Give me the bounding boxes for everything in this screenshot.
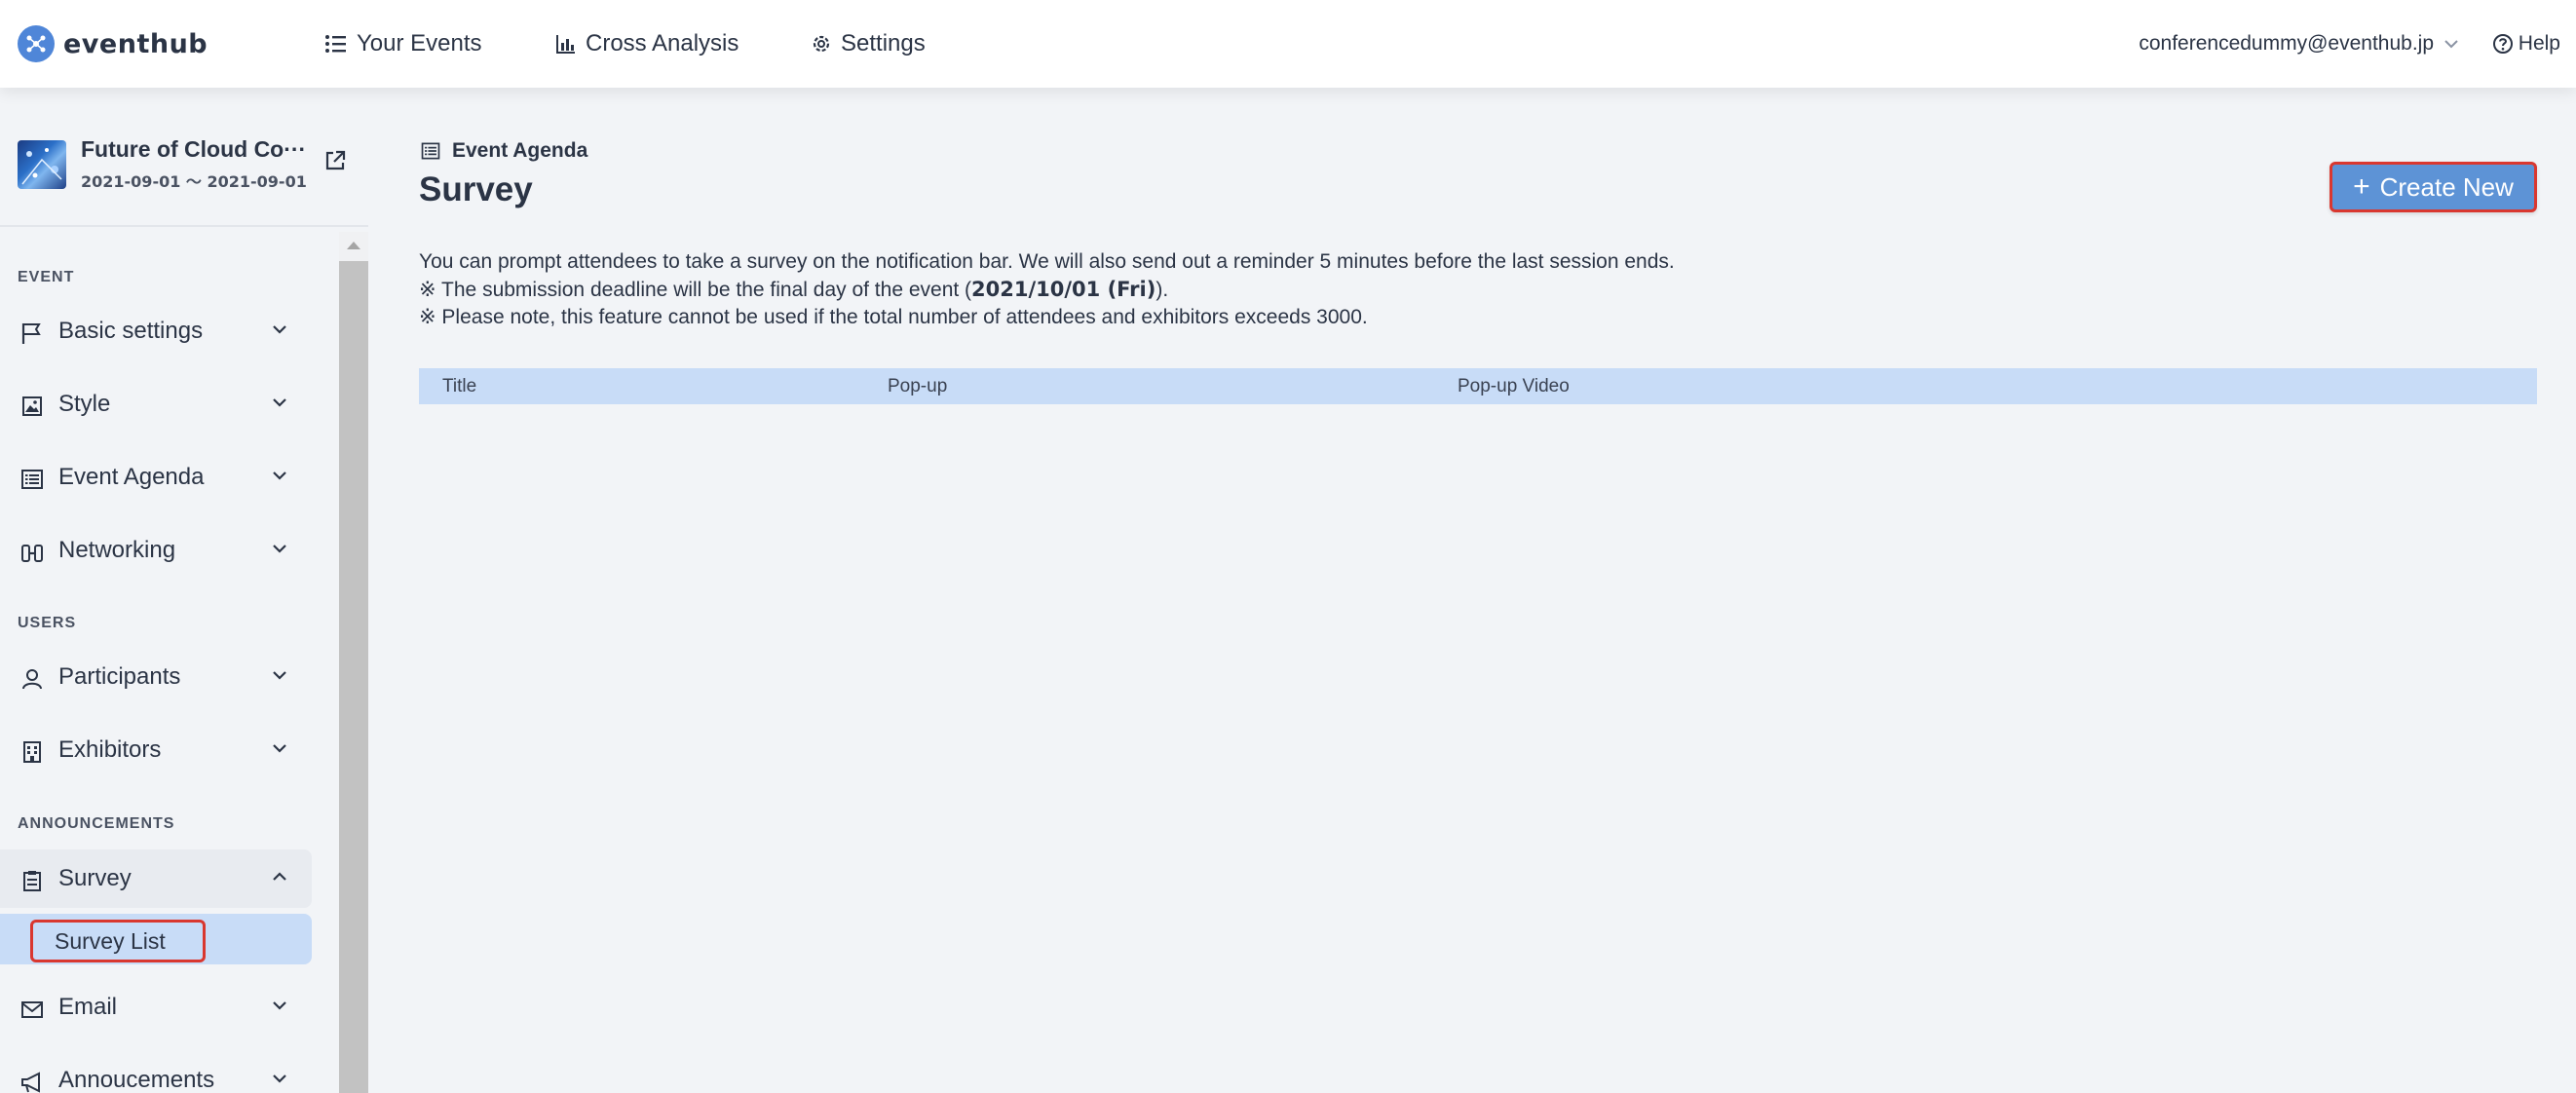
bar-chart-icon: [556, 35, 575, 54]
event-thumbnail: [18, 140, 66, 189]
top-bar: eventhub Your Events Cross Analysis Sett…: [0, 0, 2576, 88]
nav-cross-analysis[interactable]: Cross Analysis: [555, 26, 739, 61]
nav-your-events[interactable]: Your Events: [324, 26, 482, 61]
sidebar-item-label: Annoucements: [58, 1067, 215, 1093]
sidebar-item-label: Exhibitors: [58, 736, 162, 763]
event-header: Future of Cloud Co··· 2021-09-01 〜 2021-…: [18, 136, 359, 214]
event-title: Future of Cloud Co···: [81, 136, 307, 162]
sidebar-item-label: Survey: [58, 865, 132, 891]
sidebar-item-event-agenda[interactable]: Event Agenda: [0, 448, 312, 507]
description-line-1: You can prompt attendees to take a surve…: [419, 250, 1675, 273]
breadcrumb: Event Agenda: [419, 136, 587, 166]
nav-cross-analysis-label: Cross Analysis: [586, 30, 739, 57]
brand-name: eventhub: [63, 28, 208, 59]
section-users: USERS: [18, 615, 77, 631]
chevron-down-icon: [273, 744, 286, 753]
help-label: Help: [2518, 32, 2560, 55]
sidebar-item-basic-settings[interactable]: Basic settings: [0, 302, 312, 360]
building-icon: [23, 741, 41, 763]
eventhub-logo-icon: [18, 25, 55, 62]
chevron-down-icon: [273, 325, 286, 334]
envelope-icon: [21, 1001, 43, 1018]
description-line-2-suffix: ).: [1155, 279, 1169, 301]
chevron-down-icon: [273, 671, 286, 680]
nav-your-events-label: Your Events: [357, 30, 482, 57]
column-header-title: Title: [442, 376, 477, 396]
sidebar-item-networking[interactable]: Networking: [0, 521, 312, 580]
nav-settings-label: Settings: [841, 30, 926, 57]
plus-icon: +: [2353, 170, 2370, 203]
gear-icon: [813, 35, 830, 53]
list-icon: [325, 35, 346, 53]
user-icon: [22, 669, 42, 690]
sidebar-item-label: Email: [58, 994, 118, 1020]
sidebar-item-label: Event Agenda: [58, 464, 205, 490]
sidebar-scrollbar[interactable]: [339, 232, 368, 1093]
agenda-list-icon: [421, 142, 440, 160]
clipboard-icon: [23, 871, 41, 891]
eventhub-logo[interactable]: eventhub: [18, 23, 208, 64]
sidebar-item-exhibitors[interactable]: Exhibitors: [0, 721, 312, 779]
sidebar-item-label: Networking: [58, 537, 176, 563]
help-link[interactable]: Help: [2492, 28, 2560, 59]
sidebar-item-survey[interactable]: Survey: [0, 849, 312, 908]
description-line-2: ※ The submission deadline will be the fi…: [419, 276, 2465, 304]
survey-description: You can prompt attendees to take a surve…: [419, 248, 2465, 331]
description-line-2-prefix: ※ The submission deadline will be the fi…: [419, 279, 972, 301]
agenda-list-icon: [21, 470, 43, 489]
sidebar-item-participants[interactable]: Participants: [0, 648, 312, 706]
sidebar-subitem-label: Survey List: [30, 920, 206, 962]
description-line-3: ※ Please note, this feature cannot be us…: [419, 306, 1368, 328]
sidebar-item-label: Basic settings: [58, 318, 204, 344]
scroll-thumb[interactable]: [339, 261, 368, 1093]
chevron-down-icon: [273, 1001, 286, 1010]
networking-icon: [21, 545, 43, 562]
chevron-down-icon: [273, 1074, 286, 1083]
sidebar-subitem-survey-list[interactable]: Survey List: [0, 914, 312, 964]
chevron-down-icon: [273, 545, 286, 553]
flag-icon: [21, 323, 41, 344]
sidebar-item-label: Participants: [58, 663, 181, 690]
create-new-button[interactable]: + Create New: [2330, 162, 2537, 212]
sidebar-item-email[interactable]: Email: [0, 978, 312, 1036]
event-dates: 2021-09-01 〜 2021-09-01: [81, 172, 307, 191]
megaphone-icon: [21, 1072, 40, 1093]
image-icon: [22, 396, 42, 416]
chevron-down-icon: [273, 398, 286, 407]
question-circle-icon: [2492, 34, 2513, 54]
sidebar-divider: [0, 225, 368, 227]
nav-settings[interactable]: Settings: [811, 26, 926, 61]
chevron-down-icon: [273, 471, 286, 480]
account-menu[interactable]: conferencedummy@eventhub.jp: [2139, 28, 2459, 59]
column-header-popup-video: Pop-up Video: [1458, 376, 1570, 396]
chevron-down-icon: [2444, 40, 2458, 49]
breadcrumb-label: Event Agenda: [452, 139, 588, 162]
sidebar-item-announcements[interactable]: Annoucements: [0, 1051, 312, 1093]
external-link-icon[interactable]: [322, 148, 348, 173]
column-header-popup: Pop-up: [888, 376, 948, 396]
section-event: EVENT: [18, 269, 75, 285]
sidebar-item-style[interactable]: Style: [0, 375, 312, 433]
page-title: Survey: [419, 170, 533, 208]
chevron-up-icon: [273, 872, 286, 881]
sidebar: Future of Cloud Co··· 2021-09-01 〜 2021-…: [0, 97, 368, 1093]
sidebar-item-label: Style: [58, 391, 111, 417]
scroll-up-arrow-icon[interactable]: [347, 242, 360, 249]
create-new-label: Create New: [2379, 171, 2514, 202]
section-announcements: ANNOUNCEMENTS: [18, 815, 175, 832]
deadline-date: 2021/10/01 (Fri): [971, 278, 1156, 301]
survey-table-header: Title Pop-up Pop-up Video: [419, 368, 2537, 404]
account-email: conferencedummy@eventhub.jp: [2139, 32, 2434, 55]
